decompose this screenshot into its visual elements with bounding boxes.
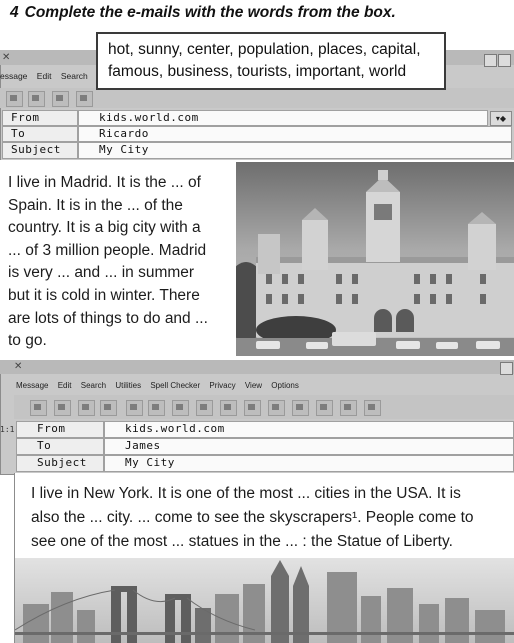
toolbar-save-icon[interactable] bbox=[76, 91, 93, 107]
menu-edit[interactable]: Edit bbox=[58, 381, 72, 390]
email-2-maximize-button[interactable] bbox=[500, 362, 513, 375]
toolbar-replace-icon[interactable] bbox=[244, 400, 261, 416]
toolbar-save-icon[interactable] bbox=[100, 400, 117, 416]
new-york-skyline-photo bbox=[15, 558, 514, 643]
menu-view[interactable]: View bbox=[245, 381, 262, 390]
email-1-to-field[interactable]: Ricardo bbox=[78, 126, 512, 142]
toolbar-send-icon[interactable] bbox=[30, 400, 47, 416]
exercise-number: 4 bbox=[10, 4, 19, 21]
toolbar-delete-icon[interactable] bbox=[364, 400, 381, 416]
line-column-indicator: 1:1 bbox=[0, 425, 15, 434]
menu-search[interactable]: Search bbox=[81, 381, 106, 390]
email-2-close-glyph[interactable]: ✕ bbox=[14, 361, 22, 372]
email-1-subject-field[interactable]: My City bbox=[78, 142, 512, 159]
toolbar-spell-icon[interactable] bbox=[268, 400, 285, 416]
email-2-from-field[interactable]: kids.world.com bbox=[104, 421, 514, 438]
email-2-subject-field[interactable]: My City bbox=[104, 455, 514, 472]
email-1-minimize-button[interactable] bbox=[484, 54, 497, 67]
menu-message[interactable]: essage bbox=[0, 71, 27, 81]
menu-privacy[interactable]: Privacy bbox=[209, 381, 235, 390]
email-2-to-field[interactable]: James bbox=[104, 438, 514, 455]
email-2-line: I live in New York. It is one of the mos… bbox=[31, 485, 461, 502]
menu-search[interactable]: Search bbox=[61, 71, 88, 81]
email-1-text: I live in Madrid. It is the ... of Spain… bbox=[8, 172, 236, 353]
menu-spell-checker[interactable]: Spell Checker bbox=[150, 381, 200, 390]
email-1-from-label: From bbox=[2, 110, 78, 126]
toolbar-print-icon[interactable] bbox=[28, 91, 45, 107]
toolbar-attach-icon[interactable] bbox=[52, 91, 69, 107]
email-1-line: but it is cold in winter. There bbox=[8, 286, 200, 304]
email-2-line: also the ... city. ... come to see the s… bbox=[31, 509, 474, 526]
toolbar-send-icon[interactable] bbox=[6, 91, 23, 107]
email-1-close-glyph[interactable]: ✕ bbox=[2, 52, 10, 63]
toolbar-cut-icon[interactable] bbox=[172, 400, 189, 416]
email-1-line: country. It is a big city with a bbox=[8, 219, 201, 237]
toolbar-link-icon[interactable] bbox=[316, 400, 333, 416]
email-2-titlebar bbox=[0, 360, 514, 374]
menu-message[interactable]: Message bbox=[16, 381, 48, 390]
email-2-from-label: From bbox=[16, 421, 104, 438]
dropdown-arrow-icon[interactable]: ▾◆ bbox=[490, 111, 512, 126]
email-1-line: Spain. It is in the ... of the bbox=[8, 196, 183, 214]
toolbar-image-icon[interactable] bbox=[340, 400, 357, 416]
exercise-heading: 4 Complete the e-mails with the words fro… bbox=[10, 4, 396, 22]
email-2-subject-label: Subject bbox=[16, 455, 104, 472]
toolbar-paste-icon[interactable] bbox=[148, 400, 165, 416]
email-1-line: is very ... and ... in summer bbox=[8, 264, 195, 282]
email-1-line: are lots of things to do and ... bbox=[8, 309, 208, 327]
email-1-line: ... of 3 million people. Madrid bbox=[8, 241, 207, 259]
email-1-maximize-button[interactable] bbox=[498, 54, 511, 67]
madrid-palace-photo bbox=[236, 162, 514, 356]
toolbar-print-icon[interactable] bbox=[54, 400, 71, 416]
email-1-line: I live in Madrid. It is the ... of bbox=[8, 174, 201, 191]
menu-utilities[interactable]: Utilities bbox=[115, 381, 141, 390]
toolbar-undo-icon[interactable] bbox=[196, 400, 213, 416]
email-1-to-label: To bbox=[2, 126, 78, 142]
word-box-line-1: hot, sunny, center, population, places, … bbox=[108, 41, 421, 58]
email-1-subject-label: Subject bbox=[2, 142, 78, 159]
email-1-line: to go. bbox=[8, 332, 47, 350]
toolbar-format-icon[interactable] bbox=[292, 400, 309, 416]
email-1-from-field[interactable]: kids.world.com bbox=[78, 110, 488, 126]
toolbar-copy-icon[interactable] bbox=[126, 400, 143, 416]
email-2-menubar: Message Edit Search Utilities Spell Chec… bbox=[16, 381, 306, 390]
word-box-line-2: famous, business, tourists, important, w… bbox=[108, 63, 407, 80]
toolbar-find-icon[interactable] bbox=[220, 400, 237, 416]
exercise-instruction: Complete the e-mails with the words from… bbox=[24, 4, 396, 21]
email-2-to-label: To bbox=[16, 438, 104, 455]
email-1-menubar: essage Edit Search bbox=[0, 71, 95, 81]
word-box: hot, sunny, center, population, places, … bbox=[96, 32, 446, 90]
email-2-text: I live in New York. It is one of the mos… bbox=[31, 482, 511, 554]
menu-edit[interactable]: Edit bbox=[37, 71, 52, 81]
menu-options[interactable]: Options bbox=[271, 381, 299, 390]
email-2-line: see one of the most ... statues in the .… bbox=[31, 533, 453, 550]
toolbar-attach-icon[interactable] bbox=[78, 400, 95, 416]
